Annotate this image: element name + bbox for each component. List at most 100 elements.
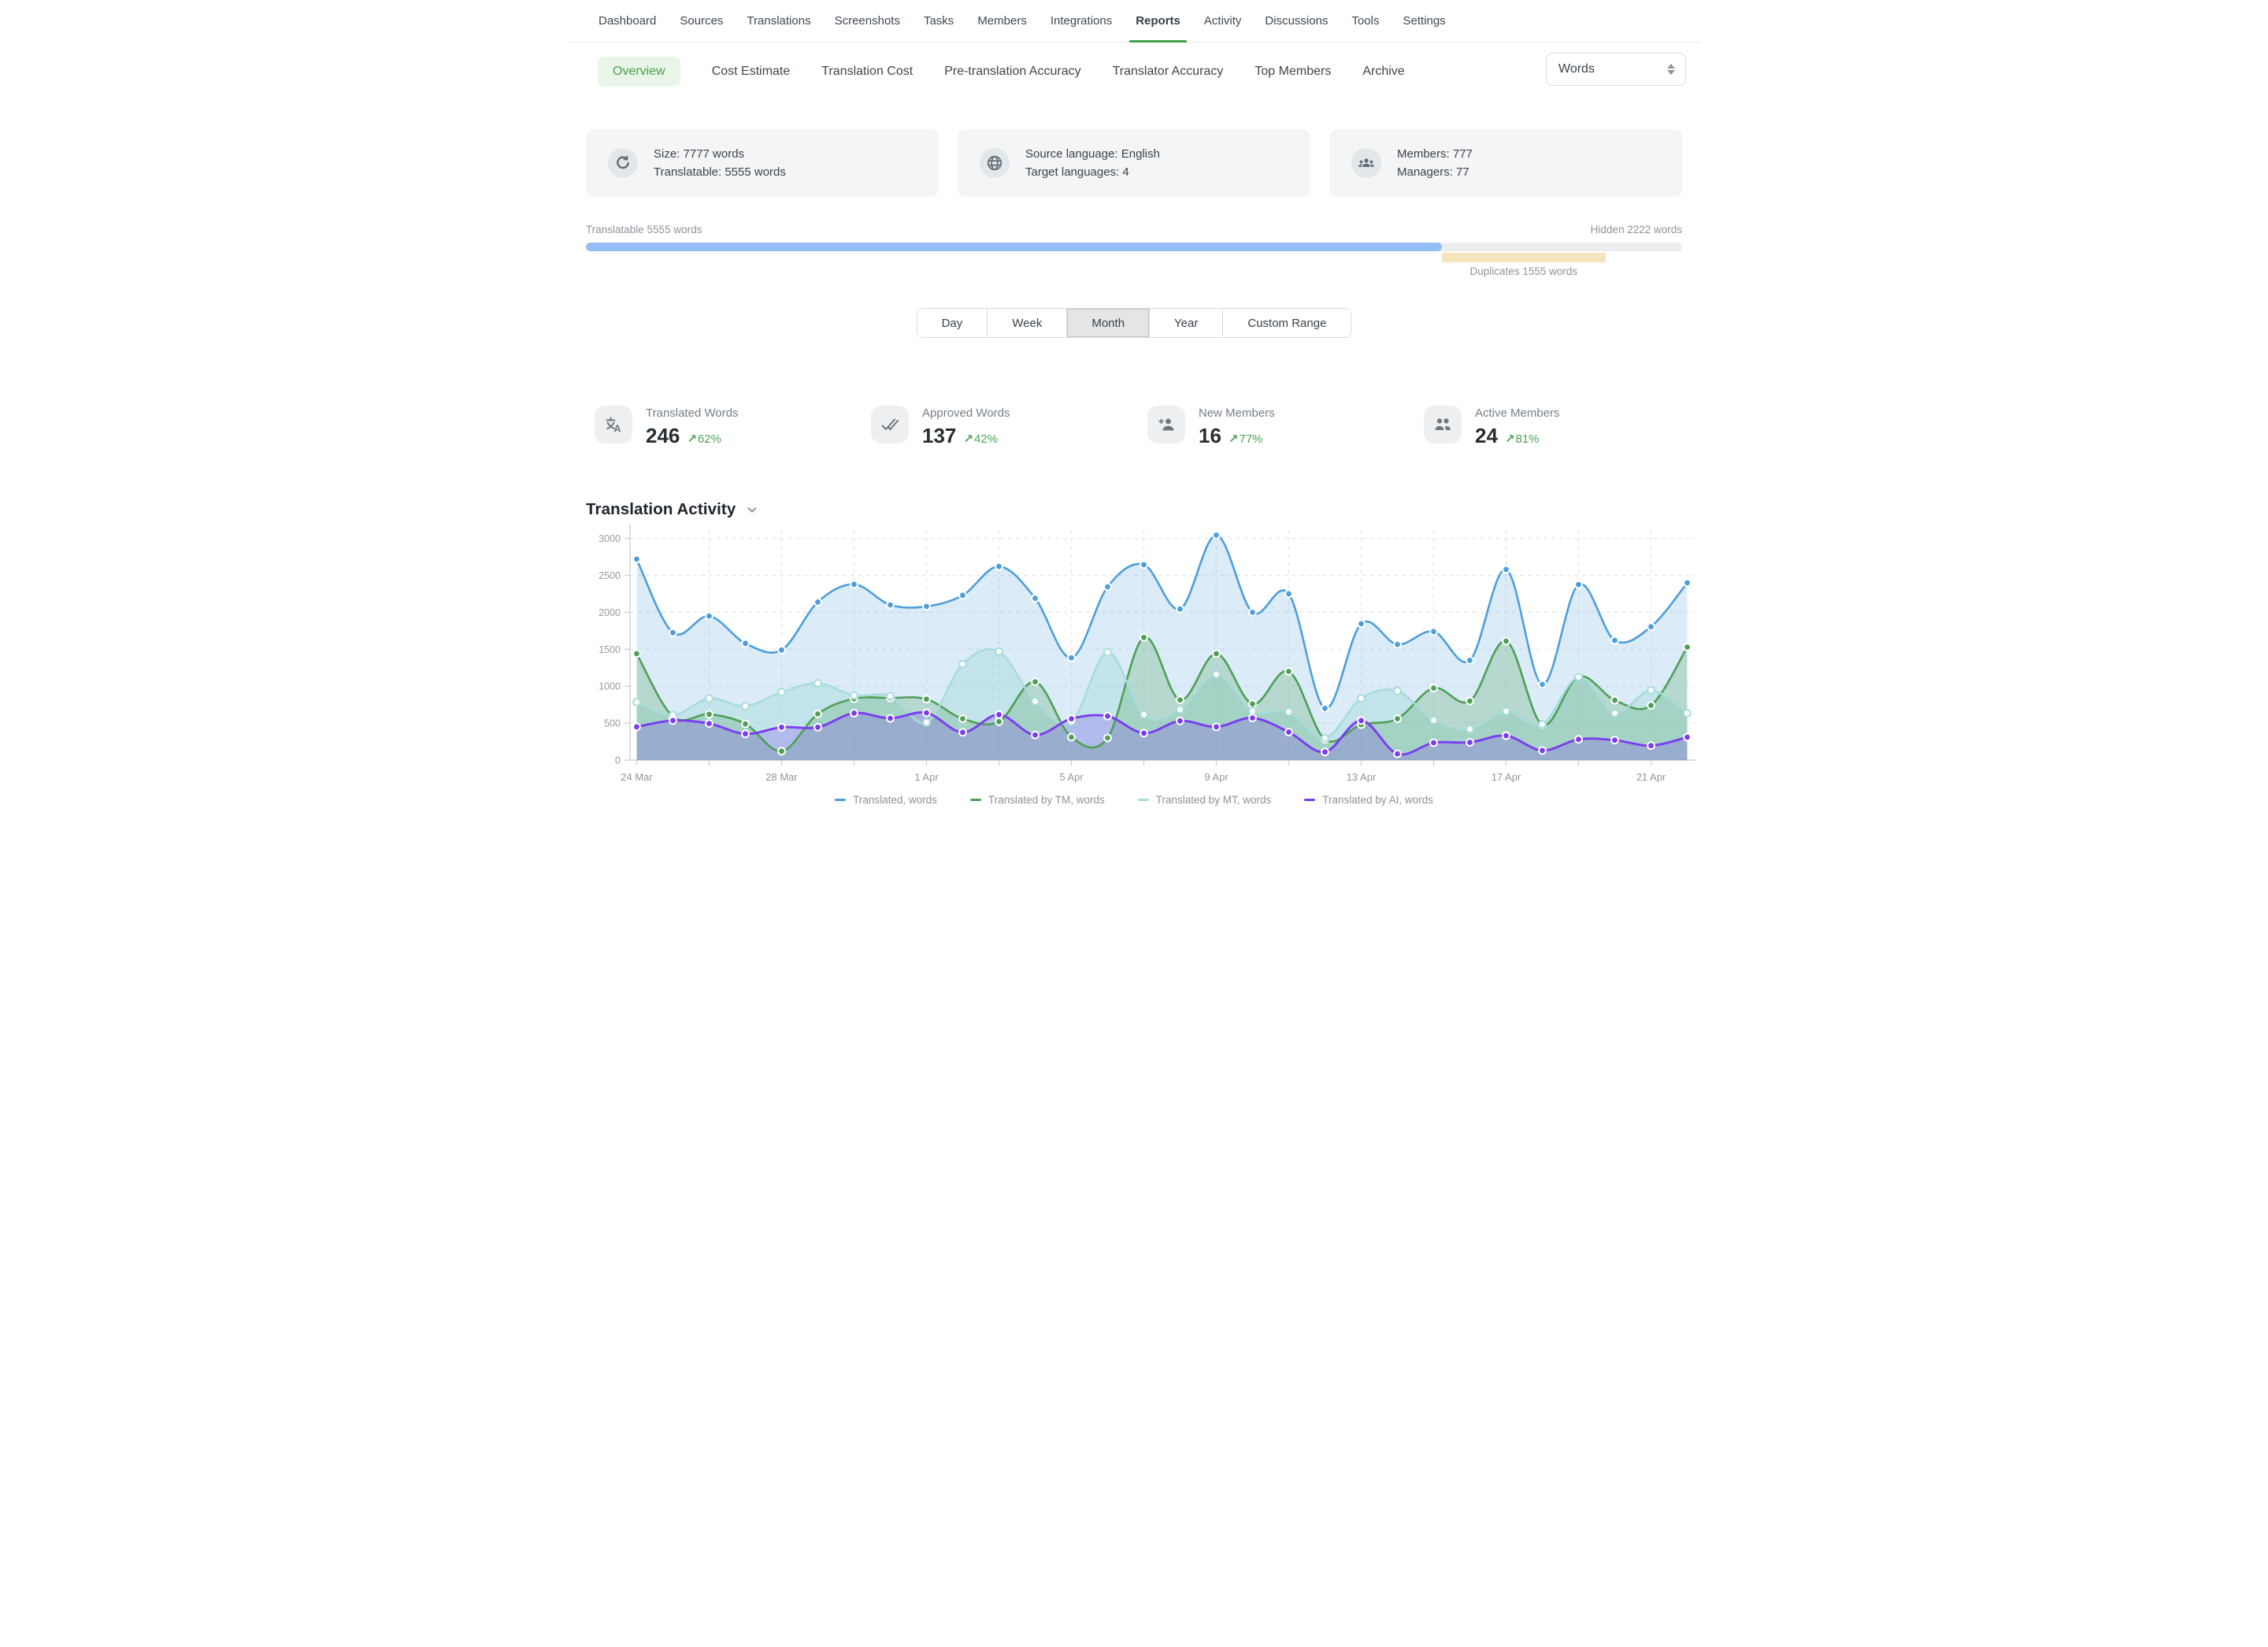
translate-icon: A — [595, 406, 632, 443]
stat-label: Approved Words — [922, 406, 1010, 420]
legend-swatch — [970, 799, 981, 802]
card-translatable-line: Translatable: 5555 words — [654, 163, 786, 181]
tab-translator-accuracy[interactable]: Translator Accuracy — [1113, 65, 1224, 79]
range-month-button[interactable]: Month — [1066, 309, 1149, 337]
summary-cards: Size: 7777 words Translatable: 5555 word… — [586, 129, 1682, 197]
legend-translated-by-ai[interactable]: Translated by AI, words — [1304, 794, 1433, 806]
nav-item-tools[interactable]: Tools — [1350, 0, 1380, 42]
duplicates-label: Duplicates 1555 words — [1442, 265, 1605, 277]
sync-icon — [608, 148, 638, 178]
tab-cost-estimate[interactable]: Cost Estimate — [712, 65, 791, 79]
legend-translated-by-mt[interactable]: Translated by MT, words — [1138, 794, 1272, 806]
stat-value: 246 — [646, 424, 680, 448]
card-target-languages-line: Target languages: 4 — [1025, 163, 1160, 181]
svg-text:3000: 3000 — [598, 533, 621, 544]
nav-item-settings[interactable]: Settings — [1401, 0, 1447, 42]
chevron-down-icon[interactable] — [745, 503, 759, 517]
tab-translation-cost[interactable]: Translation Cost — [821, 65, 913, 79]
stat-new-members: New Members 16 ↗77% — [1147, 406, 1424, 448]
words-progress-section: Translatable 5555 words Hidden 2222 word… — [586, 224, 1682, 263]
legend-translated-by-tm[interactable]: Translated by TM, words — [970, 794, 1105, 806]
translation-activity-chart: 0 500 1000 1500 2000 2500 3000 24 Mar 28 Mar 1 Ap… — [567, 519, 1701, 790]
trend-up-icon: ↗ — [1228, 432, 1239, 446]
duplicates-bar — [1442, 253, 1605, 262]
svg-text:24 Mar: 24 Mar — [621, 771, 653, 783]
stat-trend: ↗42% — [963, 432, 998, 446]
svg-text:1 Apr: 1 Apr — [914, 771, 939, 783]
nav-item-activity[interactable]: Activity — [1203, 0, 1243, 42]
legend-swatch — [1304, 799, 1315, 802]
svg-text:2000: 2000 — [598, 607, 621, 618]
card-languages: Source language: English Target language… — [958, 129, 1310, 197]
stat-label: Active Members — [1475, 406, 1560, 420]
members-icon — [1351, 148, 1381, 178]
card-source-language-line: Source language: English — [1025, 145, 1160, 163]
chart-legend: Translated, words Translated by TM, word… — [567, 794, 1701, 806]
card-project-size: Size: 7777 words Translatable: 5555 word… — [586, 129, 939, 197]
nav-item-discussions[interactable]: Discussions — [1263, 0, 1329, 42]
card-members: Members: 777 Managers: 77 — [1329, 129, 1682, 197]
range-custom-button[interactable]: Custom Range — [1222, 309, 1351, 337]
top-navigation: Dashboard Sources Translations Screensho… — [567, 0, 1701, 43]
stats-row: A Translated Words 246 ↗62% Approved Wor… — [595, 406, 1701, 448]
double-check-icon — [871, 406, 909, 443]
unit-select[interactable]: Words — [1546, 53, 1686, 86]
svg-text:13 Apr: 13 Apr — [1347, 771, 1377, 783]
stat-approved-words: Approved Words 137 ↗42% — [871, 406, 1147, 448]
svg-text:21 Apr: 21 Apr — [1636, 771, 1666, 783]
tab-archive[interactable]: Archive — [1362, 65, 1404, 79]
nav-item-screenshots[interactable]: Screenshots — [833, 0, 902, 42]
legend-swatch — [835, 799, 846, 802]
unit-select-value: Words — [1558, 62, 1595, 76]
svg-text:500: 500 — [604, 718, 621, 729]
legend-swatch — [1138, 799, 1149, 802]
stat-trend: ↗62% — [687, 432, 721, 446]
svg-text:A: A — [614, 424, 621, 435]
report-tabs: Overview Cost Estimate Translation Cost … — [567, 43, 1701, 101]
nav-item-members[interactable]: Members — [976, 0, 1028, 42]
stat-value: 16 — [1199, 424, 1221, 448]
globe-icon — [980, 148, 1010, 178]
person-add-icon — [1147, 406, 1185, 443]
tab-pre-translation-accuracy[interactable]: Pre-translation Accuracy — [944, 65, 1080, 79]
words-progress-bar — [586, 243, 1682, 251]
svg-text:5 Apr: 5 Apr — [1059, 771, 1084, 783]
stat-label: New Members — [1199, 406, 1275, 420]
card-members-line: Members: 777 — [1397, 145, 1473, 163]
translatable-bar-fill — [586, 243, 1442, 251]
stat-active-members: Active Members 24 ↗81% — [1424, 406, 1700, 448]
tab-top-members[interactable]: Top Members — [1254, 65, 1331, 79]
stat-value: 24 — [1475, 424, 1498, 448]
trend-up-icon: ↗ — [1505, 432, 1515, 446]
nav-item-dashboard[interactable]: Dashboard — [597, 0, 658, 42]
nav-item-tasks[interactable]: Tasks — [922, 0, 955, 42]
hidden-words-label: Hidden 2222 words — [1591, 224, 1682, 236]
legend-translated[interactable]: Translated, words — [835, 794, 937, 806]
card-size-line: Size: 7777 words — [654, 145, 786, 163]
range-year-button[interactable]: Year — [1149, 309, 1222, 337]
trend-up-icon: ↗ — [687, 432, 697, 446]
tab-overview[interactable]: Overview — [598, 57, 680, 87]
stat-translated-words: A Translated Words 246 ↗62% — [595, 406, 871, 448]
range-day-button[interactable]: Day — [917, 309, 988, 337]
chart-title: Translation Activity — [586, 500, 736, 519]
stat-value: 137 — [922, 424, 956, 448]
svg-text:0: 0 — [615, 755, 621, 766]
range-week-button[interactable]: Week — [987, 309, 1066, 337]
nav-item-reports[interactable]: Reports — [1134, 0, 1182, 42]
stat-trend: ↗81% — [1505, 432, 1540, 446]
svg-text:1000: 1000 — [598, 681, 621, 692]
nav-item-sources[interactable]: Sources — [678, 0, 724, 42]
trend-up-icon: ↗ — [963, 432, 973, 446]
select-updown-icon — [1667, 64, 1675, 75]
nav-item-translations[interactable]: Translations — [745, 0, 812, 42]
svg-text:28 Mar: 28 Mar — [765, 771, 798, 783]
svg-text:17 Apr: 17 Apr — [1492, 771, 1521, 783]
stat-trend: ↗77% — [1228, 432, 1263, 446]
svg-text:1500: 1500 — [598, 644, 621, 655]
svg-text:2500: 2500 — [598, 570, 621, 581]
svg-text:9 Apr: 9 Apr — [1204, 771, 1228, 783]
date-range-toggle: Day Week Month Year Custom Range — [917, 308, 1352, 338]
people-icon — [1424, 406, 1462, 443]
nav-item-integrations[interactable]: Integrations — [1049, 0, 1114, 42]
